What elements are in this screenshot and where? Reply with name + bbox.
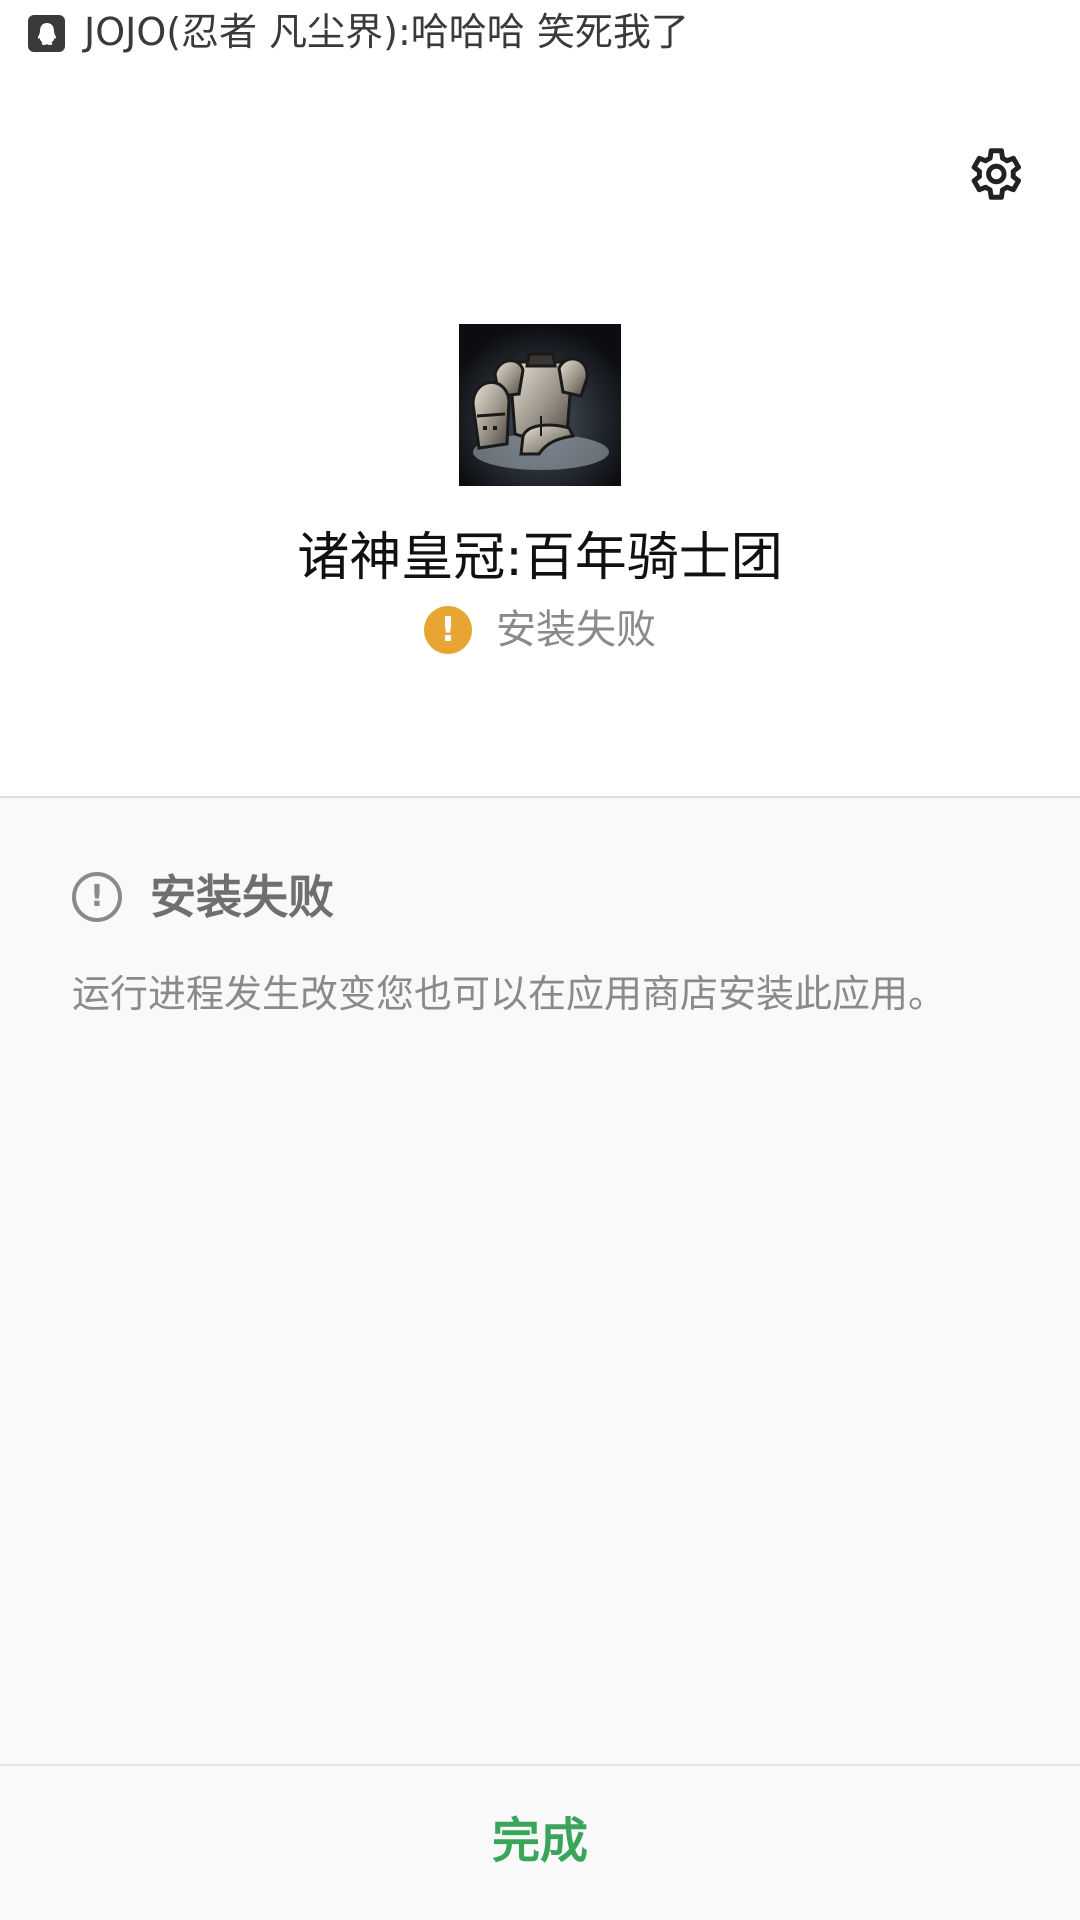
install-status: ! 安装失败 bbox=[0, 600, 1080, 660]
failure-detail-panel: ! 安装失败 运行进程发生改变您也可以在应用商店安装此应用。 bbox=[0, 798, 1080, 1764]
install-status-label: 安装失败 bbox=[496, 607, 656, 653]
armor-game-icon bbox=[459, 324, 621, 486]
done-button[interactable]: 完成 bbox=[390, 1786, 690, 1886]
detail-header: ! 安装失败 bbox=[72, 868, 334, 926]
bottom-action-bar: 完成 bbox=[0, 1766, 1080, 1920]
info-icon: ! bbox=[72, 872, 122, 922]
notification-bar[interactable]: JOJO(忍者 凡尘界):哈哈哈 笑死我了 bbox=[0, 0, 1080, 66]
app-name: 诸神皇冠:百年骑士团 bbox=[297, 528, 783, 588]
warning-icon: ! bbox=[424, 606, 472, 654]
qq-icon bbox=[28, 15, 65, 52]
notification-text: JOJO(忍者 凡尘界):哈哈哈 笑死我了 bbox=[84, 10, 689, 54]
install-result-screen: JOJO(忍者 凡尘界):哈哈哈 笑死我了 诸神皇冠:百年骑士团 ! 安装失败 … bbox=[0, 0, 1080, 1920]
detail-message: 运行进程发生改变您也可以在应用商店安装此应用。 bbox=[72, 972, 947, 1016]
gear-icon bbox=[971, 148, 1021, 200]
settings-button[interactable] bbox=[958, 138, 1030, 210]
detail-title: 安装失败 bbox=[150, 870, 334, 924]
